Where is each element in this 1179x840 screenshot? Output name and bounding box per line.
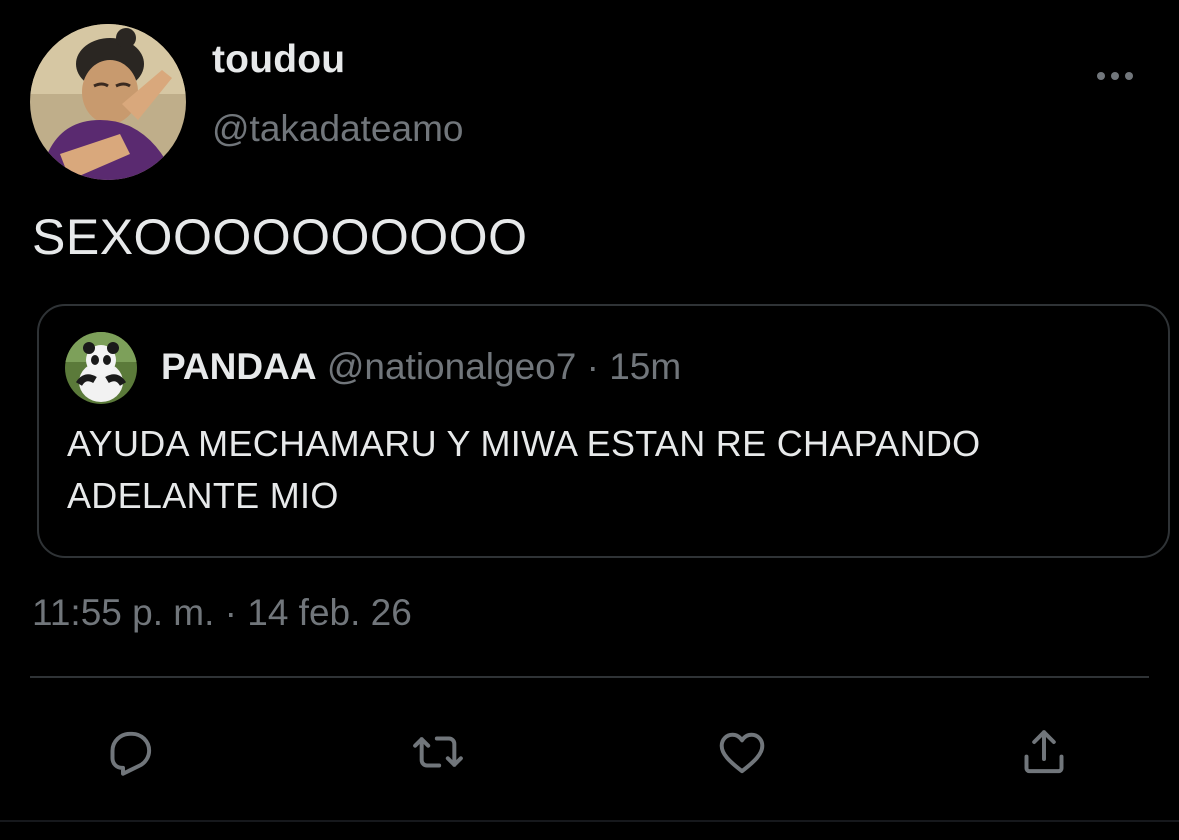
- author-handle[interactable]: @takadateamo: [212, 108, 463, 150]
- quoted-time: 15m: [609, 346, 682, 387]
- like-button[interactable]: [712, 722, 772, 782]
- tweet-detail: toudou @takadateamo SEXOOOOOOOOOO PANDAA…: [0, 0, 1179, 840]
- quoted-author-avatar[interactable]: [65, 332, 137, 404]
- reply-button[interactable]: [100, 722, 160, 782]
- separator-dot: ·: [586, 346, 599, 387]
- share-icon: [1024, 730, 1064, 774]
- tweet-timestamp[interactable]: 11:55 p. m. · 14 feb. 26: [32, 592, 412, 634]
- heart-icon: [719, 732, 765, 774]
- quoted-display-name: PANDAA: [161, 346, 317, 387]
- quoted-tweet-header: PANDAA @nationalgeo7 · 15m: [161, 346, 681, 388]
- author-avatar[interactable]: [30, 24, 186, 180]
- author-display-name[interactable]: toudou: [212, 38, 345, 82]
- quoted-handle: @nationalgeo7: [326, 346, 577, 387]
- tweet-text: SEXOOOOOOOOOO: [32, 209, 528, 265]
- quoted-tweet-text: AYUDA MECHAMARU Y MIWA ESTAN RE CHAPANDO…: [67, 423, 981, 516]
- reply-icon: [110, 731, 152, 776]
- retweet-icon: [413, 736, 463, 768]
- bottom-divider: [0, 820, 1179, 822]
- retweet-button[interactable]: [408, 722, 468, 782]
- quoted-tweet-card[interactable]: PANDAA @nationalgeo7 · 15m AYUDA MECHAMA…: [37, 304, 1170, 558]
- share-button[interactable]: [1014, 722, 1074, 782]
- more-horizontal-icon[interactable]: [1093, 64, 1137, 88]
- divider: [30, 676, 1149, 678]
